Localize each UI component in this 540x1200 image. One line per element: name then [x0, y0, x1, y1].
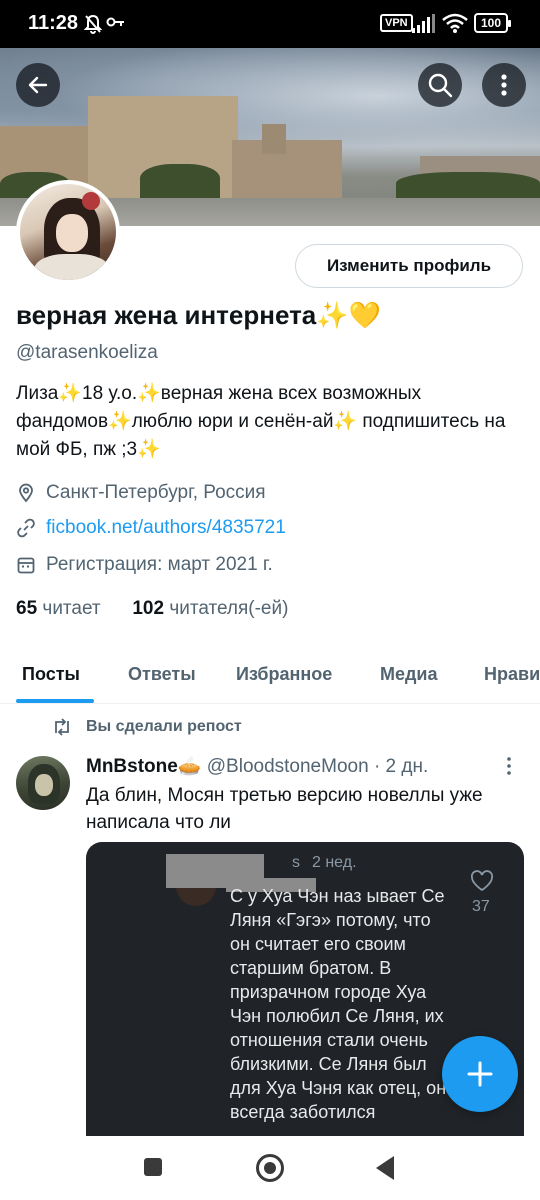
location-icon	[16, 483, 36, 503]
quoted-text: С у Хуа Чэн наз ывает Се Ляня «Гэгэ» пот…	[230, 886, 447, 1122]
link-icon	[16, 518, 36, 538]
banner-trees	[140, 164, 220, 200]
followers-stat[interactable]: 102 читателя(-ей)	[132, 598, 288, 619]
battery-icon: 100	[474, 13, 511, 33]
wifi-icon	[442, 13, 468, 38]
tab-likes[interactable]: Избранное	[236, 664, 332, 685]
repost-label: Вы сделали репост	[86, 718, 242, 735]
back-arrow-icon	[28, 76, 48, 94]
banner-trees	[396, 172, 540, 200]
back-icon[interactable]	[376, 1156, 394, 1180]
quoted-author-tail: s	[292, 854, 300, 871]
joined-text: Регистрация: март 2021 г.	[46, 554, 273, 575]
active-tab-indicator	[16, 699, 94, 703]
more-vertical-icon	[507, 757, 511, 775]
more-vertical-icon	[501, 74, 507, 96]
post-author-handle[interactable]: @BloodstoneMoon	[207, 756, 369, 777]
signal-icon	[412, 14, 436, 39]
plus-icon	[467, 1061, 493, 1087]
post-avatar-face	[35, 774, 53, 796]
banner-building	[262, 124, 286, 154]
recents-icon[interactable]	[144, 1158, 162, 1176]
followers-label: читателя(-ей)	[169, 598, 289, 619]
compose-button[interactable]	[442, 1036, 518, 1112]
avatar-accessory	[82, 192, 100, 210]
tab-favorites[interactable]: Нрави	[484, 664, 540, 685]
post-more-button[interactable]	[506, 756, 512, 781]
system-nav-bar	[0, 1136, 540, 1200]
muted-bell-icon	[83, 14, 103, 39]
following-count: 65	[16, 598, 38, 619]
status-bar: 11:28 VPN 100	[0, 0, 540, 48]
calendar-icon	[16, 555, 36, 575]
heart-icon[interactable]	[470, 870, 494, 897]
following-stat[interactable]: 65 читает	[16, 598, 101, 619]
profile-joined: Регистрация: март 2021 г.	[16, 554, 273, 576]
vpn-badge: VPN	[380, 14, 413, 32]
search-button[interactable]	[418, 63, 462, 107]
profile-tabs: Посты Ответы Избранное Медиа Нрави	[0, 648, 540, 704]
quoted-like-count: 37	[472, 898, 490, 915]
home-icon[interactable]	[256, 1154, 284, 1182]
profile-avatar[interactable]	[16, 180, 120, 284]
edit-profile-button[interactable]: Изменить профиль	[295, 244, 523, 288]
profile-location: Санкт-Петербург, Россия	[16, 482, 266, 504]
tab-media[interactable]: Медиа	[380, 664, 438, 685]
key-icon	[106, 13, 126, 34]
status-time: 11:28	[28, 12, 79, 34]
post-author-avatar[interactable]	[16, 756, 70, 810]
tab-replies[interactable]: Ответы	[128, 664, 196, 685]
profile-link[interactable]: ficbook.net/authors/4835721	[16, 517, 286, 539]
repost-indicator: Вы сделали репост	[52, 718, 242, 736]
avatar-face	[56, 214, 88, 252]
post-author-name[interactable]: MnBstone🥧	[86, 756, 201, 777]
profile-handle: @tarasenkoeliza	[16, 342, 158, 363]
link-url[interactable]: ficbook.net/authors/4835721	[46, 517, 286, 539]
post-time: · 2 дн.	[373, 756, 429, 777]
location-text: Санкт-Петербург, Россия	[46, 482, 266, 503]
post-header: MnBstone🥧 @BloodstoneMoon · 2 дн.	[86, 754, 428, 778]
tab-posts[interactable]: Посты	[22, 664, 80, 685]
search-icon	[428, 73, 453, 98]
post-text: Да блин, Мосян третью версию новеллы уже…	[86, 785, 483, 833]
quoted-time: 2 нед.	[312, 854, 357, 871]
avatar-robe	[34, 254, 110, 280]
more-button[interactable]	[482, 63, 526, 107]
follow-stats: 65 читает 102 читателя(-ей)	[16, 598, 288, 620]
back-button[interactable]	[16, 63, 60, 107]
repost-icon	[55, 718, 69, 736]
followers-count: 102	[132, 598, 165, 619]
profile-bio: Лиза✨18 у.о.✨верная жена всех возможных …	[16, 383, 506, 460]
profile-name: верная жена интернета✨💛	[16, 300, 382, 330]
banner-building	[232, 140, 342, 206]
following-label: читает	[42, 598, 101, 619]
